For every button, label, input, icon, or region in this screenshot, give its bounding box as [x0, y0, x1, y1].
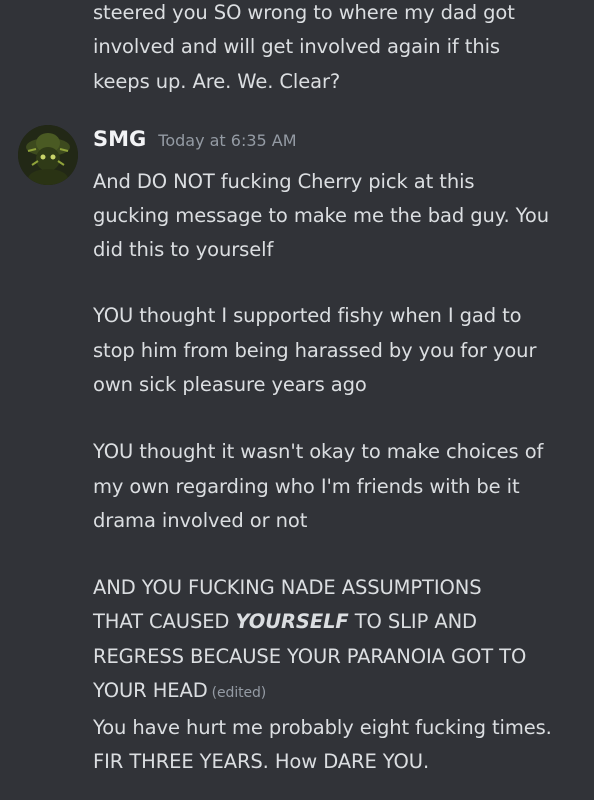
message-text-line: YOU thought I supported fishy when I gad… — [93, 304, 522, 327]
message-text-line: YOUR HEAD (edited) — [93, 674, 266, 711]
message-text-segment: YOUR HEAD — [93, 679, 208, 702]
message-text-line: REGRESS BECAUSE YOUR PARANOIA GOT TO — [93, 645, 527, 668]
message-text-line: YOU thought it wasn't okay to make choic… — [93, 440, 544, 463]
message-header: SMG Today at 6:35 AM — [93, 127, 297, 151]
message-text-line: own sick pleasure years ago — [93, 373, 367, 396]
message-text-line: You have hurt me probably eight fucking … — [93, 716, 552, 739]
timestamp[interactable]: Today at 6:35 AM — [158, 131, 296, 150]
avatar-image — [18, 125, 78, 185]
message-text-line: FIR THREE YEARS. How DARE YOU. — [93, 750, 430, 773]
message-text-line: did this to yourself — [93, 238, 274, 261]
message-text-line: AND YOU FUCKING NADE ASSUMPTIONS — [93, 576, 482, 599]
emphasized-text: YOURSELF — [235, 610, 349, 633]
message-text-line: keeps up. Are. We. Clear? — [93, 70, 341, 93]
username[interactable]: SMG — [93, 127, 146, 151]
message-text-line: gucking message to make me the bad guy. … — [93, 204, 549, 227]
message-text-line: stop him from being harassed by you for … — [93, 339, 537, 362]
edited-label: (edited) — [211, 685, 267, 701]
message-text-line: And DO NOT fucking Cherry pick at this — [93, 170, 475, 193]
message-text-line: THAT CAUSED YOURSELF TO SLIP AND — [93, 605, 477, 640]
message-text-line: my own regarding who I'm friends with be… — [93, 475, 520, 498]
message-text-segment: THAT CAUSED — [93, 610, 236, 633]
message-text-line: drama involved or not — [93, 509, 308, 532]
user-avatar[interactable] — [18, 125, 78, 185]
message-text-line: involved and will get involved again if … — [93, 35, 500, 58]
message-text-line: steered you SO wrong to where my dad got — [93, 1, 515, 24]
message-text-segment: TO SLIP AND — [348, 610, 477, 633]
chat-messages: steered you SO wrong to where my dad got… — [0, 0, 594, 800]
